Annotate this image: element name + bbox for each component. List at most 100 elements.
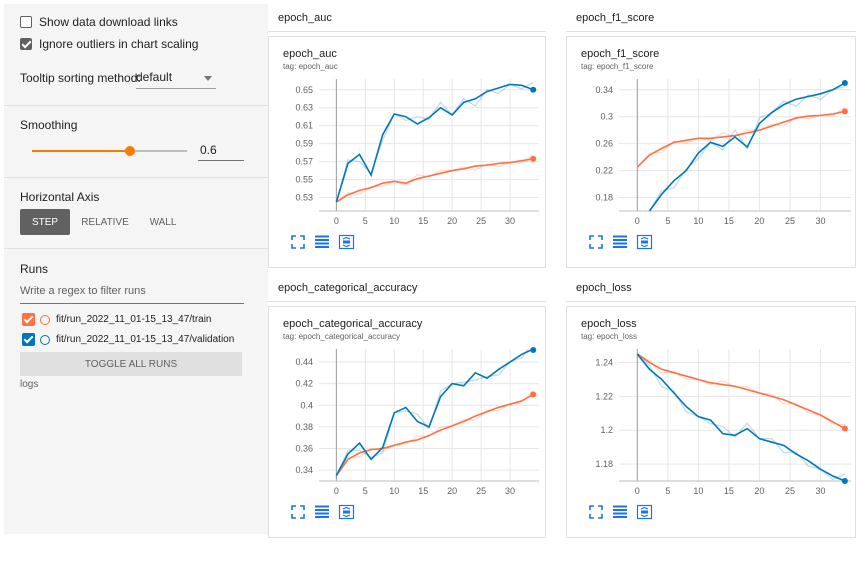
axis-wall-button[interactable]: WALL — [140, 209, 186, 235]
series-end-point — [841, 108, 848, 115]
show-download-links-checkbox[interactable]: Show data download links — [20, 15, 178, 29]
chart-card-epoch-auc: epoch_auc tag: epoch_auc 0.53 0.55 0.57 0.5… — [268, 36, 546, 268]
y-tick-label: 0.57 — [295, 157, 313, 167]
run-item-train[interactable]: fit/run_2022_11_01-15_13_47/train — [22, 313, 212, 326]
chart-card-epoch-f1-score: epoch_f1_score tag: epoch_f1_score 0.18 0… — [566, 36, 856, 268]
y-tick-label: 0.42 — [295, 379, 313, 389]
divider — [4, 105, 268, 106]
runs-label: Runs — [20, 262, 49, 276]
fullscreen-icon[interactable] — [589, 505, 603, 519]
log-scale-icon[interactable] — [613, 235, 627, 249]
y-tick-label: 0.55 — [295, 175, 313, 185]
tooltip-sorting-label: Tooltip sorting method: — [20, 71, 141, 85]
y-tick-label: 1.24 — [595, 358, 613, 368]
series-end-point — [841, 478, 848, 484]
card-header-label: epoch_auc — [278, 11, 332, 24]
x-tick-label: 10 — [693, 216, 703, 226]
fullscreen-icon[interactable] — [291, 505, 305, 519]
color-swatch-icon[interactable] — [40, 314, 50, 325]
smoothing-slider-thumb[interactable] — [124, 146, 135, 156]
card-header-label: epoch_categorical_accuracy — [278, 281, 418, 294]
x-tick-label: 30 — [815, 486, 825, 496]
y-tick-label: 0.61 — [295, 121, 313, 131]
logs-label: logs — [20, 379, 39, 390]
run-item-validation[interactable]: fit/run_2022_11_01-15_13_47/validation — [22, 333, 234, 346]
x-tick-label: 15 — [724, 486, 734, 496]
card-header-epoch-loss[interactable]: epoch_loss — [566, 274, 856, 302]
log-scale-icon[interactable] — [613, 505, 627, 519]
toggle-all-runs-button[interactable]: TOGGLE ALL RUNS — [20, 352, 242, 376]
card-header-epoch-categorical-accuracy[interactable]: epoch_categorical_accuracy — [268, 274, 546, 302]
tooltip-sorting-select[interactable]: default — [136, 70, 216, 89]
log-scale-icon[interactable] — [315, 235, 329, 249]
axis-relative-button[interactable]: RELATIVE — [76, 209, 134, 235]
y-tick-label: 1.2 — [600, 425, 613, 435]
y-tick-label: 0.36 — [295, 444, 313, 454]
x-tick-label: 25 — [476, 486, 486, 496]
x-tick-label: 20 — [447, 486, 457, 496]
tooltip-sorting-value: default — [136, 70, 173, 84]
line-chart[interactable]: 0.18 0.22 0.26 0.3 0.34 0 5 10 15 20 25 30 — [567, 37, 857, 269]
series-end-point — [530, 155, 537, 162]
x-tick-label: 20 — [754, 486, 764, 496]
x-tick-label: 30 — [505, 486, 515, 496]
card-header-label: epoch_loss — [576, 281, 632, 294]
axis-step-button[interactable]: STEP — [20, 209, 70, 235]
horizontal-axis-label: Horizontal Axis — [20, 190, 100, 204]
color-swatch-icon[interactable] — [40, 334, 50, 345]
checkbox-checked-icon — [20, 38, 32, 50]
y-tick-label: 0.38 — [295, 422, 313, 432]
smoothing-label: Smoothing — [20, 118, 78, 132]
log-scale-icon[interactable] — [315, 505, 329, 519]
divider — [4, 248, 268, 249]
ignore-outliers-checkbox[interactable]: Ignore outliers in chart scaling — [20, 37, 198, 51]
y-tick-label: 0.63 — [295, 103, 313, 113]
card-header-epoch-f1-score[interactable]: epoch_f1_score — [566, 4, 856, 32]
series-end-point — [841, 80, 848, 87]
x-tick-label: 10 — [693, 486, 703, 496]
x-tick-label: 5 — [665, 486, 670, 496]
runs-filter-input[interactable]: Write a regex to filter runs — [20, 285, 244, 304]
validation-series-line[interactable] — [335, 349, 534, 476]
chevron-down-icon — [204, 76, 212, 81]
series-end-point — [841, 425, 848, 432]
fit-domain-icon[interactable] — [338, 234, 355, 250]
run-checkbox-validation[interactable] — [22, 333, 35, 346]
y-tick-label: 0.4 — [300, 400, 313, 410]
train-series-line[interactable] — [335, 393, 534, 477]
divider — [4, 177, 268, 178]
run-name-validation: fit/run_2022_11_01-15_13_47/validation — [56, 334, 235, 345]
x-tick-label: 0 — [635, 216, 640, 226]
card-header-epoch-auc[interactable]: epoch_auc — [268, 4, 546, 32]
x-tick-label: 20 — [447, 216, 457, 226]
validation-series-line[interactable] — [648, 82, 846, 211]
raw-series-line — [648, 86, 846, 211]
run-name-train: fit/run_2022_11_01-15_13_47/train — [56, 314, 212, 325]
line-chart[interactable]: 0.53 0.55 0.57 0.59 0.61 0.63 0.65 0 5 10 15 20 25 30 — [269, 37, 547, 269]
x-tick-label: 15 — [418, 486, 428, 496]
validation-series-line[interactable] — [636, 353, 846, 481]
run-checkbox-train[interactable] — [22, 313, 35, 326]
series-end-point — [530, 391, 537, 398]
fullscreen-icon[interactable] — [589, 235, 603, 249]
smoothing-input[interactable]: 0.6 — [198, 142, 244, 161]
smoothing-slider-fill — [32, 150, 130, 152]
fit-domain-icon[interactable] — [338, 504, 355, 520]
chart-card-epoch-loss: epoch_loss tag: epoch_loss 1.18 1.2 1.22 1.… — [566, 306, 856, 538]
line-chart[interactable]: 0.34 0.36 0.38 0.4 0.42 0.44 0 5 10 15 20 25 30 — [269, 307, 547, 539]
smoothing-slider[interactable] — [32, 146, 187, 156]
y-tick-label: 0.59 — [295, 139, 313, 149]
runs-filter-placeholder: Write a regex to filter runs — [20, 285, 146, 297]
line-chart[interactable]: 1.18 1.2 1.22 1.24 0 5 10 15 20 25 30 — [567, 307, 857, 539]
train-series-line[interactable] — [636, 353, 846, 430]
x-tick-label: 5 — [363, 486, 368, 496]
x-tick-label: 25 — [785, 486, 795, 496]
card-header-label: epoch_f1_score — [576, 11, 655, 24]
fit-domain-icon[interactable] — [636, 234, 653, 250]
x-tick-label: 0 — [635, 486, 640, 496]
y-tick-label: 0.34 — [295, 465, 313, 475]
fit-domain-icon[interactable] — [636, 504, 653, 520]
series-end-point — [530, 347, 537, 353]
checkbox-icon — [20, 16, 32, 28]
fullscreen-icon[interactable] — [291, 235, 305, 249]
